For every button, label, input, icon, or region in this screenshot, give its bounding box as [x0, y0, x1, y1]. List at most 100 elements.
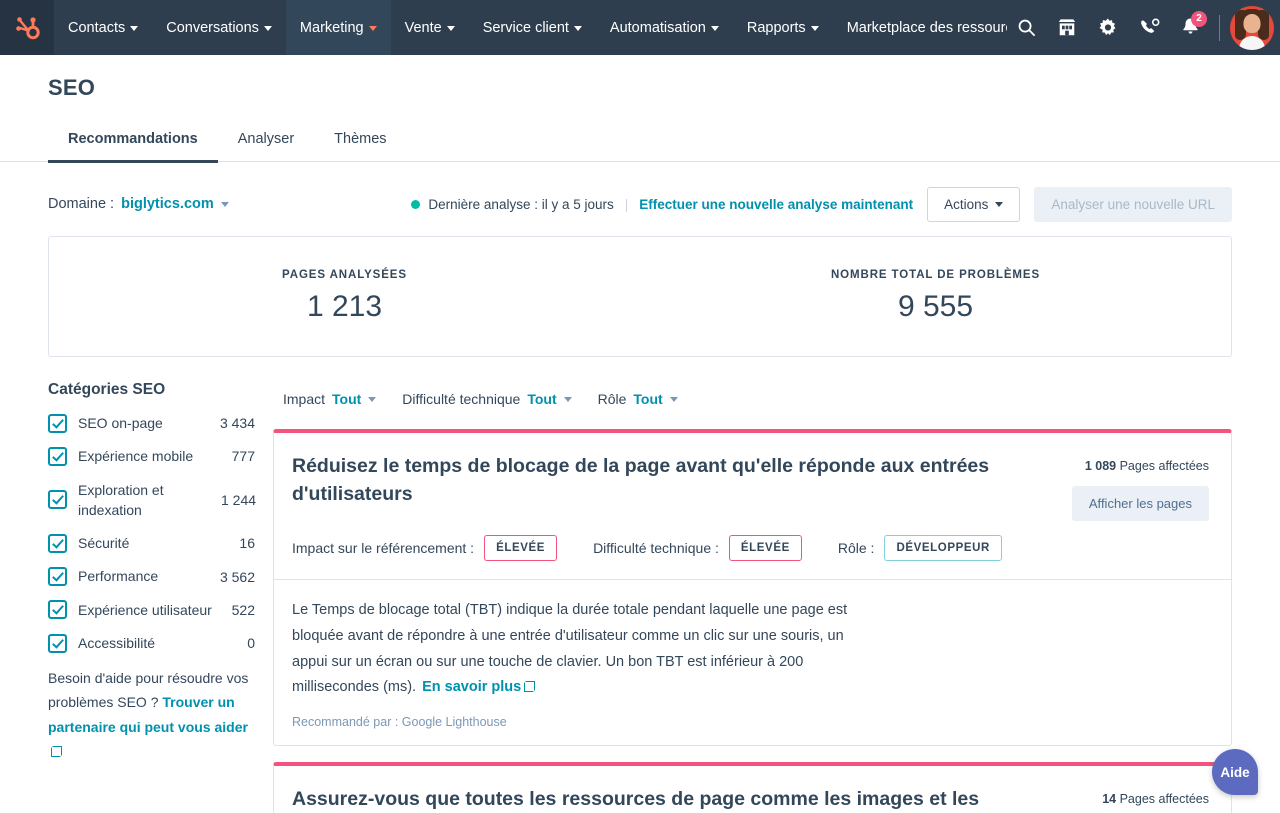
role-label: Rôle : — [838, 540, 875, 556]
nav-item-marketing[interactable]: Marketing — [286, 0, 391, 55]
checkbox-icon[interactable] — [48, 447, 67, 466]
tab-analyser[interactable]: Analyser — [218, 121, 314, 163]
recommendations-column: Impact Tout Difficulté technique Tout Rô… — [273, 381, 1232, 813]
checkbox-icon[interactable] — [48, 414, 67, 433]
avatar-face — [1244, 14, 1261, 33]
category-accessibilite[interactable]: Accessibilité 0 — [48, 633, 255, 653]
checkbox-icon[interactable] — [48, 534, 67, 553]
page-title: SEO — [48, 75, 1232, 101]
recommendation-card: Assurez-vous que toutes les ressources d… — [273, 762, 1232, 813]
checkbox-icon[interactable] — [48, 567, 67, 586]
nav-item-service-client[interactable]: Service client — [469, 0, 596, 55]
nav-label: Marketplace des ressources — [847, 20, 1007, 36]
domain-selector[interactable]: Domaine : biglytics.com — [48, 196, 229, 212]
category-count: 1 244 — [221, 490, 255, 510]
analyze-new-url-button[interactable]: Analyser une nouvelle URL — [1034, 187, 1232, 222]
chevron-down-icon — [221, 202, 229, 207]
domain-label: Domaine : — [48, 196, 114, 212]
search-button[interactable] — [1007, 0, 1045, 55]
filter-value: Tout — [633, 391, 662, 407]
notifications-button[interactable]: 2 — [1171, 0, 1209, 55]
category-count: 522 — [232, 602, 255, 618]
help-chat-button[interactable]: Aide — [1212, 749, 1258, 795]
filter-bar: Impact Tout Difficulté technique Tout Rô… — [273, 381, 1232, 429]
recommendation-description: Le Temps de blocage total (TBT) indique … — [292, 598, 862, 701]
page-tabs: Recommandations Analyser Thèmes — [48, 121, 1232, 161]
chevron-down-icon — [670, 397, 678, 402]
category-label: Accessibilité — [78, 633, 236, 653]
settings-button[interactable] — [1089, 0, 1127, 55]
learn-more-link[interactable]: En savoir plus — [422, 679, 521, 695]
impact-label: Impact sur le référencement : — [292, 540, 474, 556]
category-securite[interactable]: Sécurité 16 — [48, 533, 255, 553]
tab-recommandations[interactable]: Recommandations — [48, 121, 218, 163]
nav-item-conversations[interactable]: Conversations — [152, 0, 286, 55]
filter-label: Difficulté technique — [402, 391, 520, 407]
domain-actions: Dernière analyse : il y a 5 jours | Effe… — [411, 187, 1232, 222]
seo-categories-sidebar: Catégories SEO SEO on-page 3 434 Expérie… — [48, 381, 273, 763]
stat-value: 1 213 — [49, 290, 640, 324]
filter-value: Tout — [332, 391, 361, 407]
category-performance[interactable]: Performance 3 562 — [48, 566, 255, 586]
checkbox-icon[interactable] — [48, 634, 67, 653]
last-analysis-text: Dernière analyse : il y a 5 jours — [428, 197, 613, 212]
checkbox-icon[interactable] — [48, 490, 67, 509]
hubspot-logo-button[interactable] — [0, 0, 54, 55]
partner-help-text: Besoin d'aide pour résoudre vos problème… — [48, 666, 255, 762]
domain-bar: Domaine : biglytics.com Dernière analyse… — [0, 162, 1280, 224]
description-text: Le Temps de blocage total (TBT) indique … — [292, 602, 847, 695]
recommendation-actions: 14 Pages affectées Afficher les pages — [1054, 786, 1209, 813]
app-root: Contacts Conversations Marketing Vente S… — [0, 0, 1280, 813]
category-label: Expérience mobile — [78, 446, 221, 466]
nav-divider — [1219, 15, 1220, 41]
category-count: 16 — [239, 535, 255, 551]
chevron-down-icon — [130, 26, 138, 31]
filter-role[interactable]: Rôle Tout — [598, 391, 678, 407]
nav-item-rapports[interactable]: Rapports — [733, 0, 833, 55]
recommendation-title: Assurez-vous que toutes les ressources d… — [292, 786, 1038, 813]
checkbox-icon[interactable] — [48, 600, 67, 619]
recommendation-header: Assurez-vous que toutes les ressources d… — [274, 766, 1231, 813]
category-label: SEO on-page — [78, 413, 209, 433]
avatar[interactable] — [1230, 6, 1274, 50]
category-count: 0 — [247, 635, 255, 651]
nav-label: Rapports — [747, 20, 806, 36]
stats-card: Pages analysées 1 213 Nombre total de pr… — [48, 236, 1232, 357]
filter-impact[interactable]: Impact Tout — [283, 391, 376, 407]
external-link-icon — [524, 681, 535, 692]
category-count: 777 — [232, 448, 255, 464]
category-experience-mobile[interactable]: Expérience mobile 777 — [48, 446, 255, 466]
category-exploration-et-indexation[interactable]: Exploration et indexation 1 244 — [48, 480, 255, 521]
phone-calling-icon — [1139, 18, 1160, 38]
nav-item-marketplace-des-ressources[interactable]: Marketplace des ressources — [833, 0, 1007, 55]
nav-item-contacts[interactable]: Contacts — [54, 0, 152, 55]
stat-value: 9 555 — [640, 290, 1231, 324]
nav-label: Vente — [405, 20, 442, 36]
nav-item-automatisation[interactable]: Automatisation — [596, 0, 733, 55]
category-experience-utilisateur[interactable]: Expérience utilisateur 522 — [48, 600, 255, 620]
stat-label: Nombre total de problèmes — [640, 269, 1231, 281]
category-count: 3 562 — [220, 569, 255, 585]
actions-button[interactable]: Actions — [927, 187, 1020, 222]
rerun-analysis-link[interactable]: Effectuer une nouvelle analyse maintenan… — [639, 197, 913, 212]
category-seo-on-page[interactable]: SEO on-page 3 434 — [48, 413, 255, 433]
chevron-down-icon — [369, 26, 377, 31]
notification-count-badge: 2 — [1191, 11, 1207, 27]
nav-item-vente[interactable]: Vente — [391, 0, 469, 55]
chevron-down-icon — [368, 397, 376, 402]
hubspot-sprocket-icon — [14, 15, 40, 41]
stat-label: Pages analysées — [49, 269, 640, 281]
tab-themes[interactable]: Thèmes — [314, 121, 406, 163]
recommendation-card: Réduisez le temps de blocage de la page … — [273, 429, 1232, 746]
show-pages-button[interactable]: Afficher les pages — [1072, 486, 1209, 521]
main-menu: Contacts Conversations Marketing Vente S… — [54, 0, 1007, 55]
chevron-down-icon — [995, 202, 1003, 207]
marketplace-button[interactable] — [1048, 0, 1086, 55]
domain-value[interactable]: biglytics.com — [121, 196, 214, 212]
pages-affected-count: 14 — [1102, 792, 1116, 806]
calling-button[interactable] — [1130, 0, 1168, 55]
chevron-down-icon — [264, 26, 272, 31]
category-label: Sécurité — [78, 533, 228, 553]
chevron-down-icon — [447, 26, 455, 31]
filter-difficulte-technique[interactable]: Difficulté technique Tout — [402, 391, 571, 407]
